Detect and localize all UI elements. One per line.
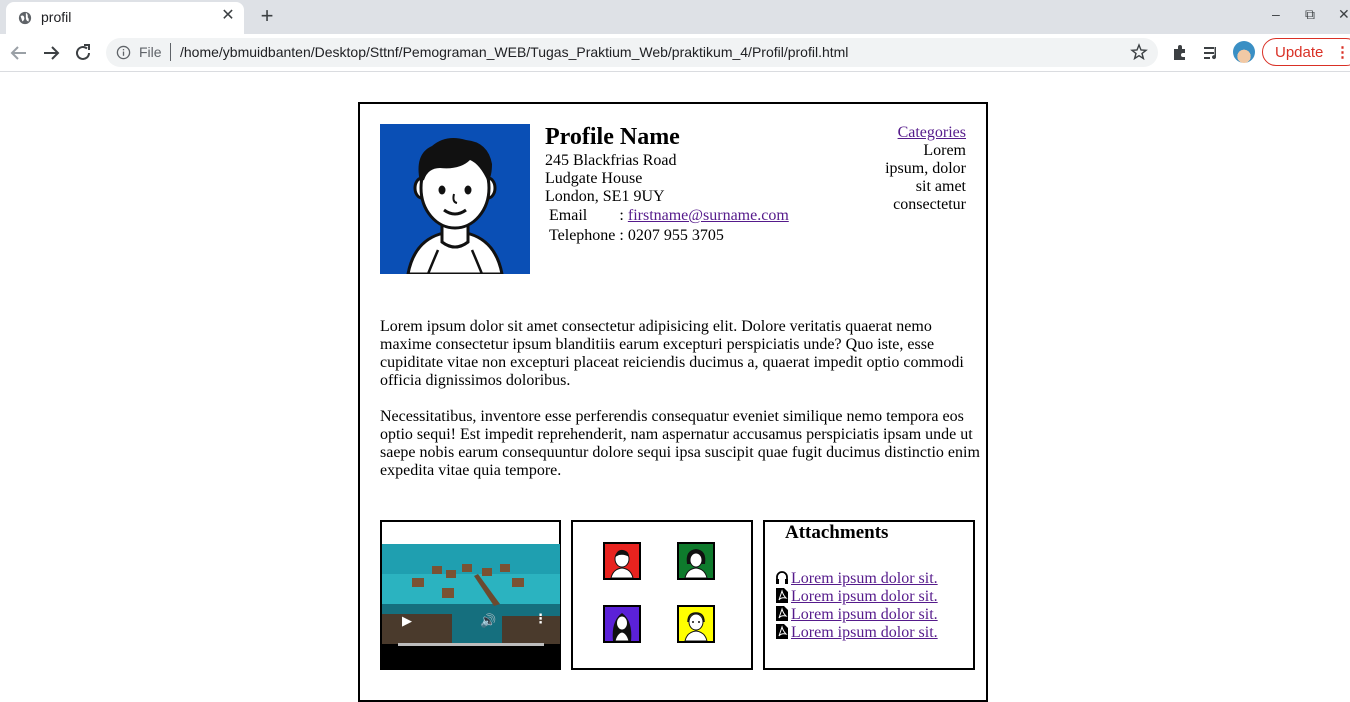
url-scheme: File [139, 44, 162, 60]
video-progress-bar[interactable] [398, 643, 544, 646]
address-line-1: 245 Blackfrias Road [545, 152, 677, 169]
tab-strip: profil ✕ + – ⧉ ✕ [0, 0, 1350, 34]
gallery-box [571, 520, 753, 670]
avatar-thumbnail-green[interactable] [677, 542, 715, 580]
phone-row: Telephone : 0207 955 3705 [547, 226, 791, 246]
profile-name: Profile Name [545, 124, 680, 150]
attachment-link[interactable]: Lorem ipsum dolor sit. [791, 606, 938, 623]
update-button[interactable]: Update ⋮ [1262, 38, 1350, 66]
avatar-thumbnail-purple[interactable] [603, 605, 641, 643]
profile-card: Profile Name 245 Blackfrias Road Ludgate… [358, 102, 988, 702]
browser-toolbar: File /home/ybmuidbanten/Desktop/Sttnf/Pe… [0, 34, 1350, 72]
address-line-2: Ludgate House [545, 170, 643, 187]
tab-title: profil [41, 9, 72, 25]
email-row: Email : firstname@surname.com [547, 206, 791, 226]
window-close-icon[interactable]: ✕ [1338, 6, 1350, 23]
headphones-icon [776, 571, 788, 584]
reload-icon[interactable] [72, 42, 94, 64]
category-line: consectetur [893, 196, 966, 213]
bookmark-star-icon[interactable] [1130, 43, 1148, 61]
attachment-item[interactable]: Lorem ipsum dolor sit. [775, 624, 938, 642]
email-link[interactable]: firstname@surname.com [628, 207, 789, 224]
person-thumbnail-icon [684, 549, 708, 578]
address-line-3: London, SE1 9UY [545, 188, 665, 205]
video-frame [382, 544, 560, 644]
person-thumbnail-icon [612, 613, 632, 641]
contact-table: Email : firstname@surname.com Telephone … [547, 206, 791, 246]
url-text[interactable]: /home/ybmuidbanten/Desktop/Sttnf/Pemogra… [180, 44, 848, 60]
info-icon[interactable] [116, 45, 131, 60]
tab-close-icon[interactable]: ✕ [220, 8, 236, 24]
back-arrow-icon[interactable] [8, 42, 30, 64]
pdf-icon [776, 624, 788, 639]
profile-avatar[interactable] [1233, 41, 1255, 63]
categories-link[interactable]: Categories [898, 124, 966, 141]
phone-value: 0207 955 3705 [627, 227, 724, 244]
categories-panel: Categories Lorem ipsum, dolor sit amet c… [850, 124, 966, 214]
pdf-icon [776, 606, 788, 621]
email-separator: : [619, 207, 624, 224]
video-menu-icon[interactable]: ⋮ [534, 612, 547, 627]
attachment-link[interactable]: Lorem ipsum dolor sit. [791, 624, 938, 641]
category-line: Lorem [923, 142, 966, 159]
phone-separator: : [619, 227, 624, 244]
person-thumbnail-icon [610, 549, 634, 578]
new-tab-button[interactable]: + [256, 5, 278, 27]
volume-icon[interactable]: 🔊 [480, 614, 496, 629]
person-avatar-icon [406, 138, 504, 274]
attachment-link[interactable]: Lorem ipsum dolor sit. [791, 588, 938, 605]
attachments-box: Attachments Lorem ipsum dolor sit. Lorem… [763, 520, 975, 670]
attachments-title: Attachments [785, 522, 889, 543]
bio-paragraph: Necessitatibus, inventore esse perferend… [380, 408, 980, 479]
phone-label: Telephone [549, 227, 616, 244]
forward-arrow-icon[interactable] [40, 42, 62, 64]
profile-photo [380, 124, 530, 274]
menu-dots-icon[interactable]: ⋮ [1335, 43, 1350, 61]
bio-paragraph: Lorem ipsum dolor sit amet consectetur a… [380, 318, 964, 389]
category-line: sit amet [915, 178, 966, 195]
update-label: Update [1275, 44, 1324, 61]
category-line: ipsum, dolor [885, 160, 966, 177]
restore-icon[interactable]: ⧉ [1305, 6, 1315, 23]
video-box: ▶ 🔊 ⋮ [380, 520, 561, 670]
play-icon[interactable]: ▶ [402, 614, 412, 629]
video-player[interactable]: ▶ 🔊 ⋮ [382, 544, 560, 668]
attachment-item[interactable]: Lorem ipsum dolor sit. [775, 606, 938, 624]
person-thumbnail-icon [684, 612, 708, 641]
minimize-icon[interactable]: – [1272, 6, 1280, 22]
pdf-icon [776, 588, 788, 603]
email-label: Email [549, 207, 588, 224]
attachment-item[interactable]: Lorem ipsum dolor sit. [775, 570, 938, 588]
extensions-puzzle-icon[interactable] [1170, 43, 1190, 63]
avatar-thumbnail-red[interactable] [603, 542, 641, 580]
globe-icon [18, 11, 32, 25]
url-divider [170, 43, 171, 61]
attachment-link[interactable]: Lorem ipsum dolor sit. [791, 570, 938, 587]
address-bar[interactable]: File /home/ybmuidbanten/Desktop/Sttnf/Pe… [106, 38, 1158, 67]
attachment-item[interactable]: Lorem ipsum dolor sit. [775, 588, 938, 606]
browser-tab[interactable]: profil ✕ [6, 2, 244, 34]
media-queue-icon[interactable] [1202, 43, 1222, 63]
avatar-thumbnail-yellow[interactable] [677, 605, 715, 643]
